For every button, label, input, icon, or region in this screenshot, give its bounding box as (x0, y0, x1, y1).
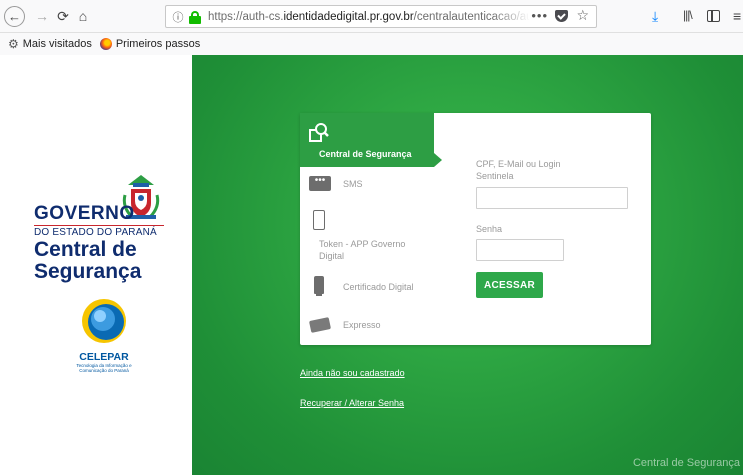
back-arrow-icon[interactable]: ← (4, 6, 25, 27)
sidebar-icon[interactable] (707, 10, 720, 22)
auth-method-expresso[interactable]: Expresso (300, 313, 440, 339)
acessar-button[interactable]: ACESSAR (476, 272, 543, 298)
footer-brand: Central de Segurança (632, 457, 740, 469)
page-actions-icon[interactable]: ••• (531, 8, 548, 23)
page-content: GOVERNO DO ESTADO DO PARANÁ Central de S… (0, 55, 743, 475)
estado-label: DO ESTADO DO PARANÁ (34, 225, 164, 238)
celepar-globe-icon (82, 299, 126, 343)
auth-method-label: Expresso (343, 320, 381, 330)
info-icon[interactable]: ⓘ (170, 9, 186, 25)
password-input[interactable] (476, 239, 564, 261)
browser-toolbar: ← → ⟳ ⌂ ⓘ https://auth-cs.identidadedigi… (0, 0, 743, 33)
celepar-tagline: Tecnologia da Informação e Comunicação d… (76, 363, 132, 373)
auth-method-central[interactable]: Central de Segurança (300, 113, 442, 167)
download-icon[interactable]: ⤓ (652, 8, 658, 25)
firefox-icon (99, 38, 112, 50)
password-field-label: Senha (476, 224, 503, 234)
auth-method-label: SMS (343, 179, 363, 189)
bookmark-mais-visitados[interactable]: ⚙ Mais visitados (8, 37, 92, 51)
login-form: CPF, E-Mail ou Login Sentinela Senha ACE… (476, 113, 636, 345)
user-field-label: CPF, E-Mail ou Login Sentinela (476, 159, 561, 181)
page-title: Central de Segurança (34, 238, 142, 283)
bookmark-label: Primeiros passos (115, 38, 201, 50)
auth-method-certificado[interactable]: Certificado Digital (300, 276, 440, 302)
home-icon[interactable]: ⌂ (73, 6, 93, 26)
user-input[interactable] (476, 187, 628, 209)
pocket-icon[interactable] (555, 10, 568, 22)
library-icon[interactable]: |||\ (683, 8, 693, 22)
auth-method-label: Central de Segurança (319, 149, 412, 159)
gear-icon: ⚙ (8, 37, 19, 51)
branding-panel: GOVERNO DO ESTADO DO PARANÁ Central de S… (0, 55, 192, 475)
recover-password-link[interactable]: Recuperar / Alterar Senha (300, 398, 404, 408)
auth-method-label: Certificado Digital (343, 282, 414, 292)
auth-method-token[interactable]: Token - APP Governo Digital (300, 210, 440, 268)
reload-icon[interactable]: ⟳ (53, 6, 73, 26)
celepar-name: CELEPAR (79, 351, 129, 363)
governo-label: GOVERNO (34, 203, 135, 224)
lock-icon[interactable] (188, 10, 202, 24)
smartphone-icon (313, 210, 325, 230)
celepar-logo: CELEPAR Tecnologia da Informação e Comun… (74, 298, 134, 373)
forward-arrow-icon[interactable]: → (32, 6, 52, 26)
auth-method-label: Token - APP Governo Digital (319, 239, 406, 261)
login-card: Central de Segurança ••• SMS Token - APP… (300, 113, 651, 345)
register-link[interactable]: Ainda não sou cadastrado (300, 368, 405, 378)
url-bar[interactable]: ⓘ https://auth-cs.identidadedigital.pr.g… (165, 5, 597, 28)
auth-method-list: Central de Segurança ••• SMS Token - APP… (300, 113, 442, 345)
auth-method-sms[interactable]: ••• SMS (300, 173, 440, 203)
bookmark-label: Mais visitados (22, 38, 92, 50)
mail-icon (308, 317, 332, 333)
usb-token-icon (314, 276, 324, 296)
sms-icon: ••• (309, 176, 331, 191)
search-shield-icon (309, 123, 329, 142)
bookmarks-bar: ⚙ Mais visitados Primeiros passos (0, 33, 743, 55)
bookmark-star-icon[interactable]: ☆ (576, 7, 589, 24)
hamburger-menu-icon[interactable]: ≡ (733, 8, 741, 24)
url-text[interactable]: https://auth-cs.identidadedigital.pr.gov… (208, 11, 530, 23)
bookmark-primeiros-passos[interactable]: Primeiros passos (99, 38, 201, 50)
